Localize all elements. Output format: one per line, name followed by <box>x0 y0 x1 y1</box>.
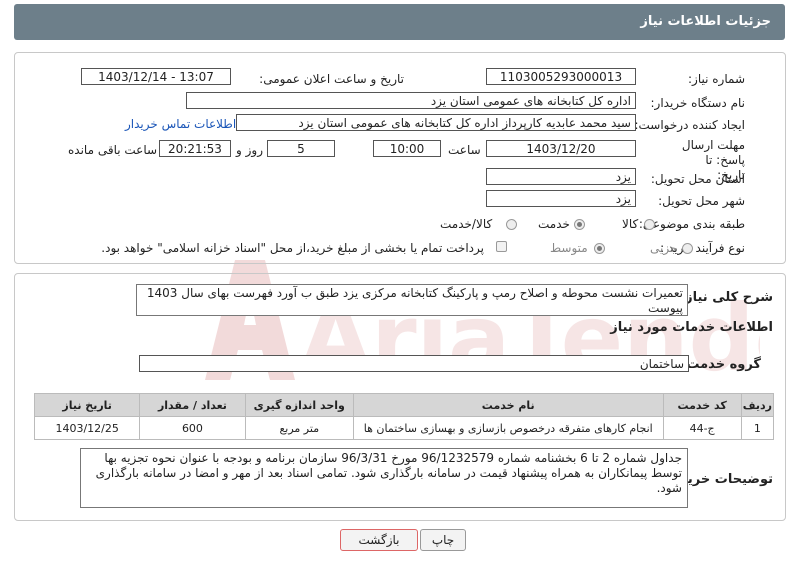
buyer-org-field: اداره کل کتابخانه های عمومی استان یزد <box>186 92 636 109</box>
buyer-notes-textarea[interactable]: جداول شماره 2 تا 6 بخشنامه شماره 96/1232… <box>80 448 688 508</box>
summary-textarea[interactable]: تعمیرات نشست محوطه و اصلاح رمپ و پارکینگ… <box>136 284 688 316</box>
col-service-code: کد خدمت <box>662 393 742 417</box>
cell-need-date: 1403/12/25 <box>33 416 141 440</box>
remaining-time-label: ساعت باقی مانده <box>68 143 158 157</box>
col-unit: واحد اندازه گیری <box>244 393 354 417</box>
page-title: جزئیات اطلاعات نیاز <box>640 14 771 29</box>
treasury-bonds-note: پرداخت تمام یا بخشی از مبلغ خرید،از محل … <box>101 241 484 255</box>
buyer-contact-link[interactable]: اطلاعات تماس خریدار <box>125 117 236 131</box>
summary-text: تعمیرات نشست محوطه و اصلاح رمپ و پارکینگ… <box>146 286 683 315</box>
services-table-header: ردیف کد خدمت نام خدمت واحد اندازه گیری ت… <box>33 393 775 417</box>
cell-service-code: ج-44 <box>662 416 742 440</box>
services-section-title: اطلاعات خدمات مورد نیاز <box>610 320 773 335</box>
service-group-field: ساختمان <box>139 355 689 372</box>
purchase-minor-label: جزیی <box>650 241 678 255</box>
category-service-radio[interactable] <box>574 219 585 230</box>
need-number-field: 1103005293000013 <box>486 68 636 85</box>
col-need-date: تاریخ نیاز <box>33 393 141 417</box>
buyer-notes-text: جداول شماره 2 تا 6 بخشنامه شماره 96/1232… <box>95 451 682 495</box>
summary-label: شرح کلی نیاز: <box>679 290 773 305</box>
need-number-label: شماره نیاز: <box>688 72 745 86</box>
treasury-bonds-checkbox[interactable] <box>496 241 507 252</box>
table-row: 1 ج-44 انجام کارهای متفرقه درخصوص بازساز… <box>33 416 775 440</box>
remaining-time-field: 20:21:53 <box>159 140 231 157</box>
province-label: استان محل تحویل: <box>650 172 745 186</box>
col-quantity: تعداد / مقدار <box>139 393 246 417</box>
province-field: یزد <box>486 168 636 185</box>
purchase-medium-label: متوسط <box>550 241 588 255</box>
col-row: ردیف <box>740 393 775 417</box>
announce-datetime-field: 1403/12/14 - 13:07 <box>81 68 231 85</box>
buyer-org-label: نام دستگاه خریدار: <box>650 96 746 110</box>
page-header: جزئیات اطلاعات نیاز <box>14 4 785 40</box>
cell-service-name: انجام کارهای متفرقه درخصوص بازسازی و بهس… <box>352 416 664 440</box>
print-button[interactable]: چاپ <box>420 529 466 551</box>
col-service-name: نام خدمت <box>352 393 664 417</box>
cell-unit: متر مربع <box>244 416 354 440</box>
services-table: ردیف کد خدمت نام خدمت واحد اندازه گیری ت… <box>33 393 775 440</box>
remaining-days-field: 5 <box>267 140 335 157</box>
purchase-minor-radio[interactable] <box>682 243 693 254</box>
cell-quantity: 600 <box>139 416 246 440</box>
remaining-days-label: روز و <box>236 143 263 157</box>
service-group-label: گروه خدمت: <box>681 357 761 372</box>
requester-label: ایجاد کننده درخواست: <box>634 118 745 132</box>
category-service-label: خدمت <box>538 217 570 231</box>
category-goods-radio[interactable] <box>644 219 655 230</box>
purchase-medium-radio[interactable] <box>594 243 605 254</box>
back-button[interactable]: بازگشت <box>340 529 418 551</box>
deadline-time-label: ساعت <box>448 143 481 157</box>
category-goods-service-radio[interactable] <box>506 219 517 230</box>
category-goods-service-label: کالا/خدمت <box>440 217 493 231</box>
category-goods-label: کالا <box>622 217 639 231</box>
requester-field: سید محمد عابدیه کارپرداز اداره کل کتابخا… <box>236 114 636 131</box>
cell-row: 1 <box>740 416 775 440</box>
city-label: شهر محل تحویل: <box>658 194 745 208</box>
announce-datetime-label: تاریخ و ساعت اعلان عمومی: <box>259 72 404 86</box>
city-field: یزد <box>486 190 636 207</box>
deadline-date-field: 1403/12/20 <box>486 140 636 157</box>
deadline-time-field: 10:00 <box>373 140 441 157</box>
